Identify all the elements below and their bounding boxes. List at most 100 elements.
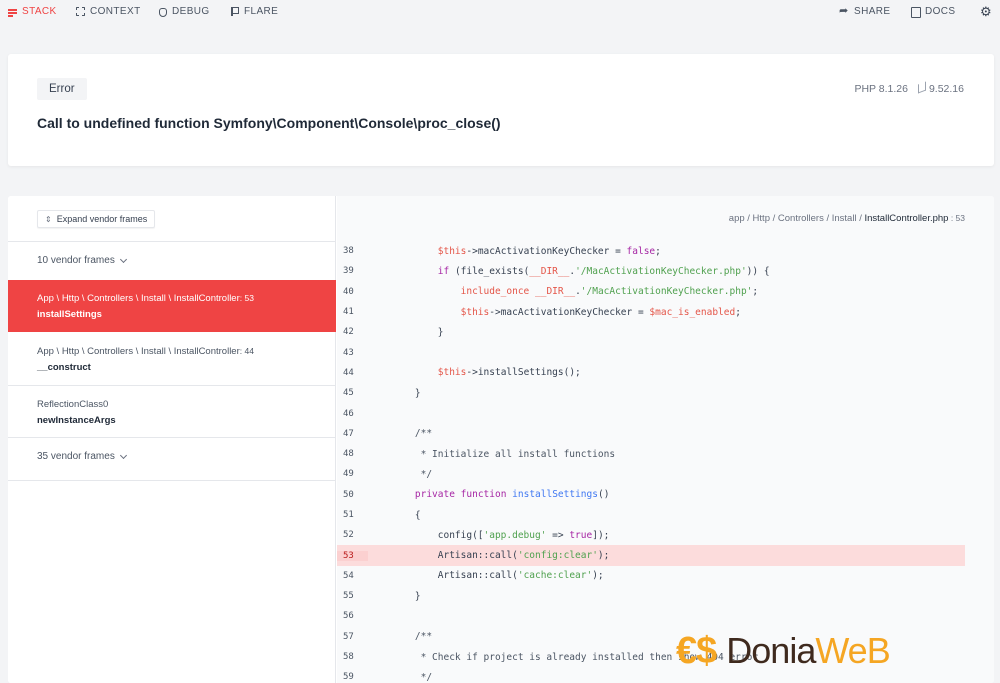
- code-text: $this->macActivationKeyChecker = false;: [437, 245, 661, 257]
- code-line[interactable]: 55 }: [337, 586, 994, 606]
- code-line[interactable]: 53 Artisan::call('config:clear');: [337, 545, 994, 567]
- watermark-text-a: Donia: [726, 630, 816, 671]
- version-info: PHP 8.1.26 9.52.16: [854, 81, 964, 95]
- code-line[interactable]: 40 include_once __DIR__.'/MacActivationK…: [337, 282, 994, 302]
- code-line[interactable]: 57 /**: [337, 627, 994, 647]
- code-text: include_once __DIR__.'/MacActivationKeyC…: [460, 286, 759, 298]
- line-number: 58: [343, 652, 354, 663]
- stack-frame[interactable]: ReflectionClass0 newInstanceArgs: [8, 386, 336, 438]
- code-text: */: [392, 468, 433, 480]
- code-line[interactable]: 42 }: [337, 322, 994, 342]
- tab-stack[interactable]: STACK: [8, 6, 57, 17]
- expand-icon: ⇕: [45, 214, 52, 224]
- line-number: 52: [343, 530, 354, 541]
- vendor-frames-toggle-bottom[interactable]: 35 vendor frames: [37, 451, 127, 462]
- code-line[interactable]: 46: [337, 403, 994, 423]
- code-line[interactable]: 47 /**: [337, 424, 994, 444]
- code-text: config(['app.debug' => true]);: [392, 529, 610, 541]
- vendor-frames-label: 10 vendor frames: [37, 255, 115, 266]
- code-line[interactable]: 48 * Initialize all install functions: [337, 444, 994, 464]
- frame-path: App \ Http \ Controllers \ Install \ Ins…: [37, 293, 336, 304]
- line-number: 56: [343, 611, 354, 622]
- tab-flare-label: FLARE: [244, 6, 279, 17]
- docs-button[interactable]: DOCS: [911, 6, 956, 18]
- stack-frame[interactable]: App \ Http \ Controllers \ Install \ Ins…: [8, 280, 336, 332]
- code-line[interactable]: 51 {: [337, 505, 994, 525]
- code-text: $this->installSettings();: [437, 367, 581, 379]
- vendor-frames-toggle-top[interactable]: 10 vendor frames: [37, 255, 127, 266]
- code-line[interactable]: 58 * Check if project is already install…: [337, 647, 994, 667]
- code-line[interactable]: 43: [337, 342, 994, 362]
- frame-function: __construct: [37, 362, 91, 373]
- laravel-icon: [917, 81, 926, 94]
- watermark-logo: €$ Donia WeB: [676, 626, 891, 676]
- line-number: 44: [343, 367, 354, 378]
- laravel-version-wrap: 9.52.16: [917, 81, 964, 95]
- share-icon: [839, 4, 849, 17]
- docs-label: DOCS: [925, 6, 956, 17]
- code-line[interactable]: 59 */: [337, 667, 994, 683]
- code-line[interactable]: 56: [337, 606, 994, 626]
- line-number: 40: [343, 286, 354, 297]
- laravel-version: 9.52.16: [928, 83, 964, 95]
- error-card: Error Call to undefined function Symfony…: [8, 54, 994, 166]
- frame-function: installSettings: [37, 309, 102, 320]
- share-label: SHARE: [854, 6, 891, 17]
- flare-icon: [230, 7, 239, 16]
- line-number: 59: [343, 672, 354, 683]
- code-text: $this->macActivationKeyChecker = $mac_is…: [460, 306, 741, 318]
- error-message: Call to undefined function Symfony\Compo…: [37, 115, 501, 131]
- code-line[interactable]: 41 $this->macActivationKeyChecker = $mac…: [337, 302, 994, 322]
- line-number: 38: [343, 246, 354, 257]
- expand-vendor-frames-button[interactable]: ⇕ Expand vendor frames: [37, 210, 156, 228]
- code-line[interactable]: 54 Artisan::call('cache:clear');: [337, 566, 994, 586]
- code-line[interactable]: 45 }: [337, 383, 994, 403]
- share-button[interactable]: SHARE: [839, 4, 891, 17]
- line-number: 49: [343, 469, 354, 480]
- divider: [8, 241, 336, 242]
- file-path-name: InstallController.php: [864, 213, 949, 224]
- gear-icon[interactable]: ⚙: [980, 4, 992, 20]
- stack-icon: [8, 7, 17, 17]
- tab-flare[interactable]: FLARE: [230, 6, 278, 17]
- docs-icon: [911, 7, 921, 18]
- frame-path: App \ Http \ Controllers \ Install \ Ins…: [37, 346, 336, 357]
- stack-frame[interactable]: App \ Http \ Controllers \ Install \ Ins…: [8, 332, 336, 384]
- code-text: Artisan::call('cache:clear');: [392, 570, 604, 582]
- frame-line: : 44: [239, 346, 254, 356]
- line-number: 53: [337, 550, 368, 561]
- code-line[interactable]: 44 $this->installSettings();: [337, 363, 994, 383]
- file-path-line: : 53: [948, 213, 965, 223]
- chevron-down-icon: [119, 255, 127, 263]
- code-line[interactable]: 39 if (file_exists(__DIR__.'/MacActivati…: [337, 261, 994, 281]
- code-line[interactable]: 38 $this->macActivationKeyChecker = fals…: [337, 241, 994, 261]
- code-text: if (file_exists(__DIR__.'/MacActivationK…: [437, 265, 770, 277]
- code-text: }: [392, 387, 421, 399]
- divider: [8, 480, 336, 481]
- line-number: 54: [343, 570, 354, 581]
- code-text: private function installSettings(): [414, 489, 610, 501]
- code-viewer: app / Http / Controllers / Install / Ins…: [337, 196, 994, 683]
- code-text: }: [392, 326, 444, 338]
- chevron-down-icon: [119, 451, 127, 459]
- tab-context[interactable]: CONTEXT: [76, 6, 141, 17]
- top-nav: STACK CONTEXT DEBUG FLARE SHARE DOCS ⚙: [0, 0, 1000, 24]
- code-line[interactable]: 50 private function installSettings(): [337, 485, 994, 505]
- debug-icon: [158, 7, 167, 17]
- frame-line: : 53: [239, 293, 254, 303]
- code-text: }: [392, 590, 421, 602]
- file-path-dir: app / Http / Controllers / Install /: [728, 213, 865, 224]
- line-number: 39: [343, 266, 354, 277]
- watermark-text-b: WeB: [815, 630, 890, 671]
- line-number: 43: [343, 347, 354, 358]
- tab-context-label: CONTEXT: [90, 6, 141, 17]
- code-line[interactable]: 52 config(['app.debug' => true]);: [337, 525, 994, 545]
- line-number: 57: [343, 631, 354, 642]
- code-line[interactable]: 49 */: [337, 464, 994, 484]
- line-number: 42: [343, 327, 354, 338]
- line-number: 50: [343, 489, 354, 500]
- stack-panel: ⇕ Expand vendor frames 10 vendor frames …: [8, 196, 994, 683]
- file-path[interactable]: app / Http / Controllers / Install / Ins…: [729, 213, 965, 224]
- tab-debug[interactable]: DEBUG: [158, 6, 210, 17]
- context-icon: [76, 7, 85, 16]
